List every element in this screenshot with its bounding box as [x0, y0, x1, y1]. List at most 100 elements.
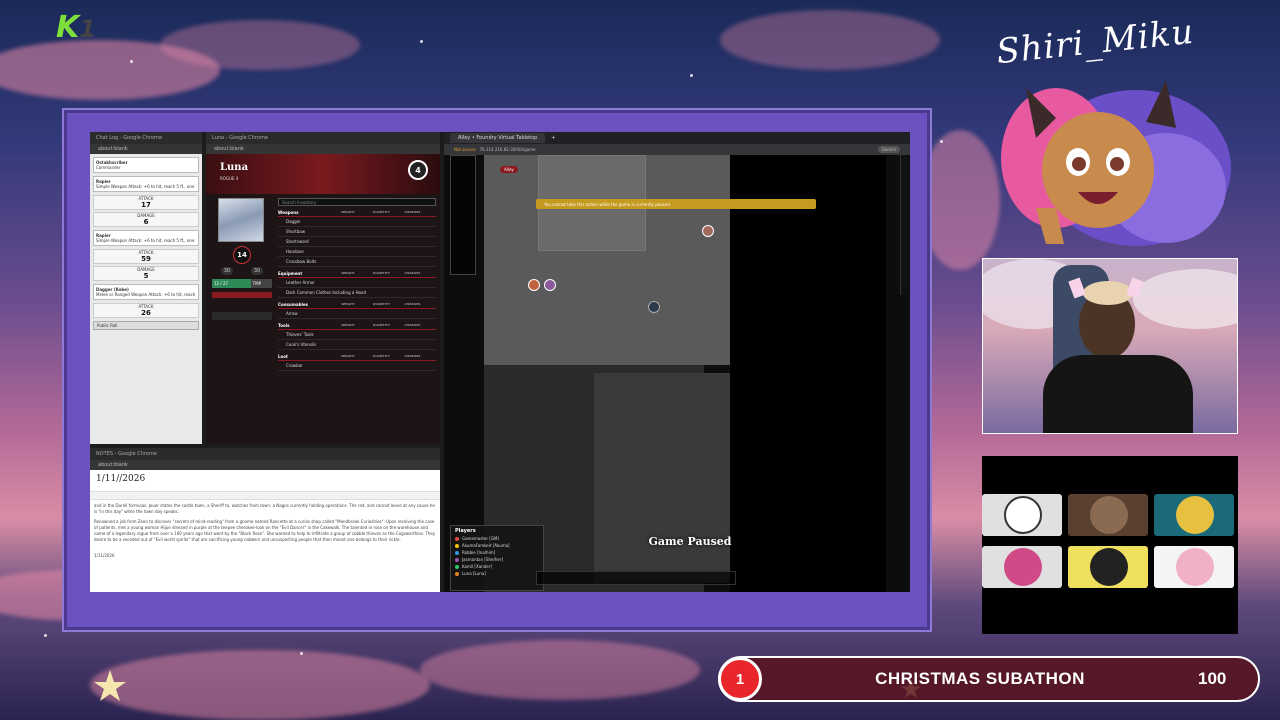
inventory-search[interactable]: Search Inventory: [278, 198, 436, 206]
chat-card: Dagger (Kobe) Melee or Ranged Weapon Att…: [93, 284, 199, 300]
scene-tab[interactable]: Alley: [500, 166, 518, 173]
column-header: QUANTITY: [372, 302, 390, 306]
inventory-section-header[interactable]: Loot WEIGHT QUANTITY CHARGES: [278, 354, 436, 361]
column-header: CHARGES: [404, 323, 421, 327]
chat-log-window: Chat Log - Google Chrome about:blank Ost…: [90, 132, 202, 444]
roll-mode-select[interactable]: Public Roll: [93, 321, 199, 330]
players-title: Players: [455, 528, 476, 534]
section-title: Tools: [278, 323, 290, 328]
roll-result[interactable]: ATTACK 26: [93, 303, 199, 318]
inventory-item[interactable]: Shortsword: [278, 237, 436, 247]
inventory-section-header[interactable]: Weapons WEIGHT QUANTITY CHARGES: [278, 210, 436, 217]
channel-logo: K1: [56, 10, 96, 45]
column-header: QUANTITY: [372, 271, 390, 275]
security-indicator[interactable]: Not secure: [454, 147, 476, 152]
viewer-avatar: [1068, 494, 1148, 536]
hp-current[interactable]: 30: [220, 267, 234, 275]
viewer-avatar: [982, 494, 1062, 536]
inventory-section-header[interactable]: Consumables WEIGHT QUANTITY CHARGES: [278, 302, 436, 309]
player-color-dot: [455, 550, 459, 555]
npc-token[interactable]: [648, 301, 660, 313]
roll-total: 6: [143, 218, 149, 226]
inventory-item[interactable]: Arrow: [278, 309, 436, 319]
column-header: CHARGES: [404, 354, 421, 358]
chat-card: Rapier Simple Weapon Attack: +6 to hit, …: [93, 230, 199, 246]
subathon-rank: 1: [718, 657, 762, 701]
inventory-item[interactable]: Thieves' Tools: [278, 330, 436, 340]
column-header: WEIGHT: [341, 271, 355, 275]
player-name: Luna [Luna]: [462, 571, 486, 576]
game-canvas[interactable]: You cannot take this action while the ga…: [444, 155, 910, 592]
character-sheet-window: Luna - Google Chrome about:blank Luna RO…: [206, 132, 440, 444]
roll-result[interactable]: ATTACK 59: [93, 249, 199, 264]
chat-card: Rapier Simple Weapon Attack: +6 to hit, …: [93, 176, 199, 192]
inventory-item[interactable]: Shortbow: [278, 227, 436, 237]
section-title: Equipment: [278, 271, 303, 276]
subathon-value: 100: [1198, 669, 1227, 688]
character-class: ROGUE 4: [220, 176, 239, 181]
roll-result[interactable]: ATTACK 17: [93, 195, 199, 210]
inventory-item[interactable]: Leather Armor: [278, 278, 436, 288]
inventory-sections: Weapons WEIGHT QUANTITY CHARGES Dagger Shortb…: [278, 210, 436, 371]
browser-tabstrip: Alley • Foundry Virtual Tabletop +: [444, 132, 910, 144]
editor-toolbar[interactable]: [90, 492, 440, 500]
player-row[interactable]: Gamemaster [GM]: [455, 536, 539, 541]
roll-total: 59: [141, 255, 151, 263]
inventory-item[interactable]: Handaxe: [278, 247, 436, 257]
macro-hotbar[interactable]: [536, 571, 736, 585]
viewer-avatar: [982, 546, 1062, 588]
roll-total: 17: [141, 201, 151, 209]
note-body[interactable]: and in the Durell formulas. Jouer states…: [90, 500, 440, 562]
inventory-item[interactable]: Crossbow Bolts: [278, 257, 436, 267]
column-header: WEIGHT: [341, 302, 355, 306]
address-bar[interactable]: Not secure 76.114.216.82:30000/game Gemi…: [444, 144, 910, 155]
player-token[interactable]: [528, 279, 540, 291]
new-tab-button[interactable]: +: [551, 135, 555, 141]
captured-desktop: Chat Log - Google Chrome about:blank Ost…: [90, 132, 910, 592]
level-badge: 4: [408, 160, 428, 180]
sidebar-button[interactable]: [212, 312, 272, 320]
note-title[interactable]: 1/11//2026: [90, 470, 440, 492]
player-row[interactable]: Luna [Luna]: [455, 571, 539, 576]
address-bar[interactable]: about:blank: [90, 460, 440, 470]
player-row[interactable]: Jasmantan [She/her]: [455, 557, 539, 562]
column-header: QUANTITY: [372, 354, 390, 358]
column-header: WEIGHT: [341, 210, 355, 214]
sidebar-tabs[interactable]: [900, 155, 908, 295]
player-row[interactable]: AkumaFamkeit [Akuma]: [455, 543, 539, 548]
inventory-item[interactable]: Dagger: [278, 217, 436, 227]
hp-max: 30: [250, 267, 264, 275]
inventory-item[interactable]: Crowbar: [278, 361, 436, 371]
address-bar[interactable]: about:blank: [90, 144, 202, 154]
browser-tab[interactable]: Alley • Foundry Virtual Tabletop: [450, 133, 546, 143]
player-row[interactable]: Robbie [Ina/him]: [455, 550, 539, 555]
player-rows: Gamemaster [GM] AkumaFamkeit [Akuma] Robbi…: [455, 536, 539, 576]
logo-number: 1: [79, 15, 96, 43]
player-row[interactable]: Kamil [Xander]: [455, 564, 539, 569]
inventory-section-header[interactable]: Equipment WEIGHT QUANTITY CHARGES: [278, 271, 436, 278]
inventory-section-header[interactable]: Tools WEIGHT QUANTITY CHARGES: [278, 323, 436, 330]
column-header: WEIGHT: [341, 354, 355, 358]
roll-result[interactable]: DAMAGE 5: [93, 266, 199, 281]
inventory-item[interactable]: Cook's Utensils: [278, 340, 436, 350]
npc-token[interactable]: [702, 225, 714, 237]
window-title: NOTES - Google Chrome: [90, 448, 440, 460]
subathon-title: CHRISTMAS SUBATHON: [875, 669, 1085, 688]
inventory-item[interactable]: Dark Common Clothes Including a Hood: [278, 288, 436, 298]
scene-controls[interactable]: [450, 155, 476, 275]
player-name: Jasmantan [She/her]: [462, 557, 504, 562]
player-color-dot: [455, 536, 459, 541]
star-decoration-icon: [94, 670, 126, 701]
player-name: Robbie [Ina/him]: [462, 550, 496, 555]
column-header: CHARGES: [404, 302, 421, 306]
section-title: Weapons: [278, 210, 299, 215]
viewer-grid: [982, 456, 1238, 634]
gemini-button[interactable]: Gemini: [877, 146, 900, 153]
note-paragraph: Renowned a job from Zeon to discover "se…: [94, 519, 436, 542]
roll-result[interactable]: DAMAGE 6: [93, 212, 199, 227]
armor-class: 14: [233, 246, 251, 264]
players-list[interactable]: Players Gamemaster [GM] AkumaFamkeit [Aku…: [450, 525, 544, 591]
address-bar[interactable]: about:blank: [206, 144, 440, 154]
player-token[interactable]: [544, 279, 556, 291]
temp-hp[interactable]: TMP: [250, 279, 272, 288]
